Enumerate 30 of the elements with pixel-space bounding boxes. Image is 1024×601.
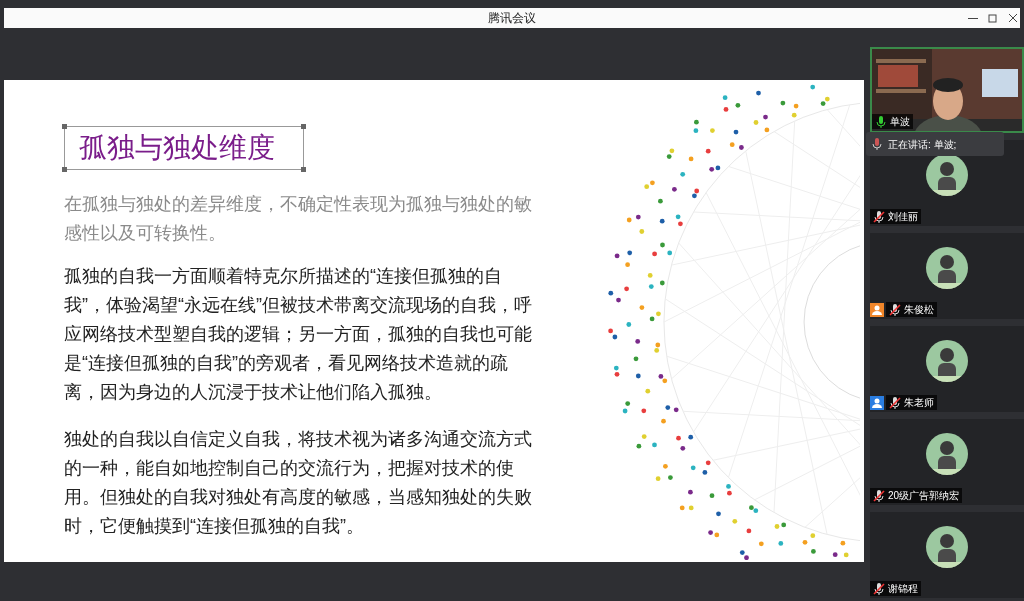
microphone-icon[interactable] <box>889 303 901 316</box>
slide-subtitle: 在孤独与独处的差异维度，不确定性表现为孤独与独处的敏感性以及可转换性。 <box>64 193 533 245</box>
participant-tile[interactable]: 朱俊松 <box>870 233 1024 319</box>
participant-tile[interactable]: 谢锦程 <box>870 512 1024 598</box>
window-title: 腾讯会议 <box>488 10 536 27</box>
resize-handle[interactable] <box>301 167 306 172</box>
resize-handle[interactable] <box>62 124 67 129</box>
microphone-icon[interactable] <box>875 115 887 128</box>
participant-name: 朱俊松 <box>904 303 934 317</box>
participant-tile[interactable]: 单波 <box>870 47 1024 133</box>
participant-name: 刘佳丽 <box>888 210 918 224</box>
participant-tile[interactable]: 朱老师 <box>870 326 1024 412</box>
microphone-icon[interactable] <box>873 582 885 595</box>
slide-paragraph: 孤独的自我一方面顺着特克尔所描述的“连接但孤独的自我”，体验渴望“永远在线”但被技术带离交流现场的自我，呼应网络技术型塑自我的逻辑；另一方面，孤独的自我也可能是“连接但孤独的自我”的旁观者，看见网络技术造就的疏离，因为身边的人沉浸于技术让他们陷入孤独。 <box>64 265 533 404</box>
speaking-text: 正在讲话: 单波; <box>888 137 957 152</box>
restore-icon[interactable] <box>988 13 998 23</box>
slide-paragraph: 独处的自我以自信定义自我，将技术视为诸多沟通交流方式的一种，能自如地控制自己的交流行为，把握对技术的使用。但独处的自我对独处有高度的敏感，当感知独处的失败时，它便触摸到“连接但孤独的自我”。 <box>64 428 533 538</box>
participant-name: 谢锦程 <box>888 582 918 596</box>
close-icon[interactable] <box>1008 13 1018 23</box>
resize-handle[interactable] <box>301 124 306 129</box>
slide-title: 孤独与独处维度 <box>79 131 275 165</box>
participant-name: 单波 <box>890 115 910 129</box>
microphone-icon[interactable] <box>873 210 885 223</box>
resize-handle[interactable] <box>62 167 67 172</box>
participant-name: 20级广告郭纳宏 <box>888 489 960 503</box>
microphone-icon[interactable] <box>889 396 901 409</box>
participant-name: 朱老师 <box>904 396 934 410</box>
speaker-icon <box>872 138 882 150</box>
microphone-icon[interactable] <box>873 489 885 502</box>
participant-tile[interactable]: 20级广告郭纳宏 <box>870 419 1024 505</box>
